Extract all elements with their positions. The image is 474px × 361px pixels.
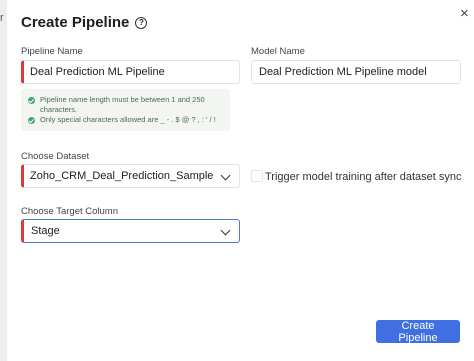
hint-length: Pipeline name length must be between 1 a…: [28, 95, 224, 115]
chevron-down-icon: [220, 170, 231, 181]
pipeline-name-value: Deal Prediction ML Pipeline: [30, 66, 165, 78]
pipeline-name-label: Pipeline Name: [21, 46, 83, 57]
hint-special-chars: Only special characters allowed are _ - …: [28, 115, 224, 125]
close-icon[interactable]: ×: [460, 6, 469, 21]
model-name-input[interactable]: Deal Prediction ML Pipeline model: [251, 60, 461, 84]
dialog-title: Create Pipeline: [21, 14, 130, 31]
dataset-select[interactable]: Zoho_CRM_Deal_Prediction_Sample: [21, 164, 240, 188]
help-icon[interactable]: ?: [135, 16, 148, 29]
hint-special-chars-text: Only special characters allowed are _ - …: [40, 115, 216, 124]
pipeline-name-hints: Pipeline name length must be between 1 a…: [21, 89, 230, 131]
target-column-value: Stage: [31, 225, 60, 237]
target-column-select[interactable]: Stage: [21, 219, 240, 243]
dataset-label: Choose Dataset: [21, 151, 90, 162]
trigger-training-label[interactable]: Trigger model training after dataset syn…: [265, 171, 461, 183]
pipeline-name-input[interactable]: Deal Prediction ML Pipeline: [21, 60, 240, 84]
hint-length-text: Pipeline name length must be between 1 a…: [40, 95, 205, 114]
model-name-label: Model Name: [251, 46, 305, 57]
trigger-training-checkbox[interactable]: [251, 170, 263, 182]
target-column-label: Choose Target Column: [21, 206, 118, 217]
create-pipeline-dialog: Create Pipeline ? × Pipeline Name Deal P…: [7, 0, 474, 361]
model-name-value: Deal Prediction ML Pipeline model: [259, 66, 427, 78]
dataset-value: Zoho_CRM_Deal_Prediction_Sample: [30, 170, 214, 182]
check-circle-icon: [28, 96, 35, 104]
check-circle-icon: [28, 116, 35, 124]
backdrop-text: r: [0, 12, 4, 24]
create-pipeline-button[interactable]: Create Pipeline: [376, 320, 460, 344]
chevron-down-icon: [220, 225, 231, 236]
dialog-title-row: Create Pipeline ?: [21, 14, 148, 31]
